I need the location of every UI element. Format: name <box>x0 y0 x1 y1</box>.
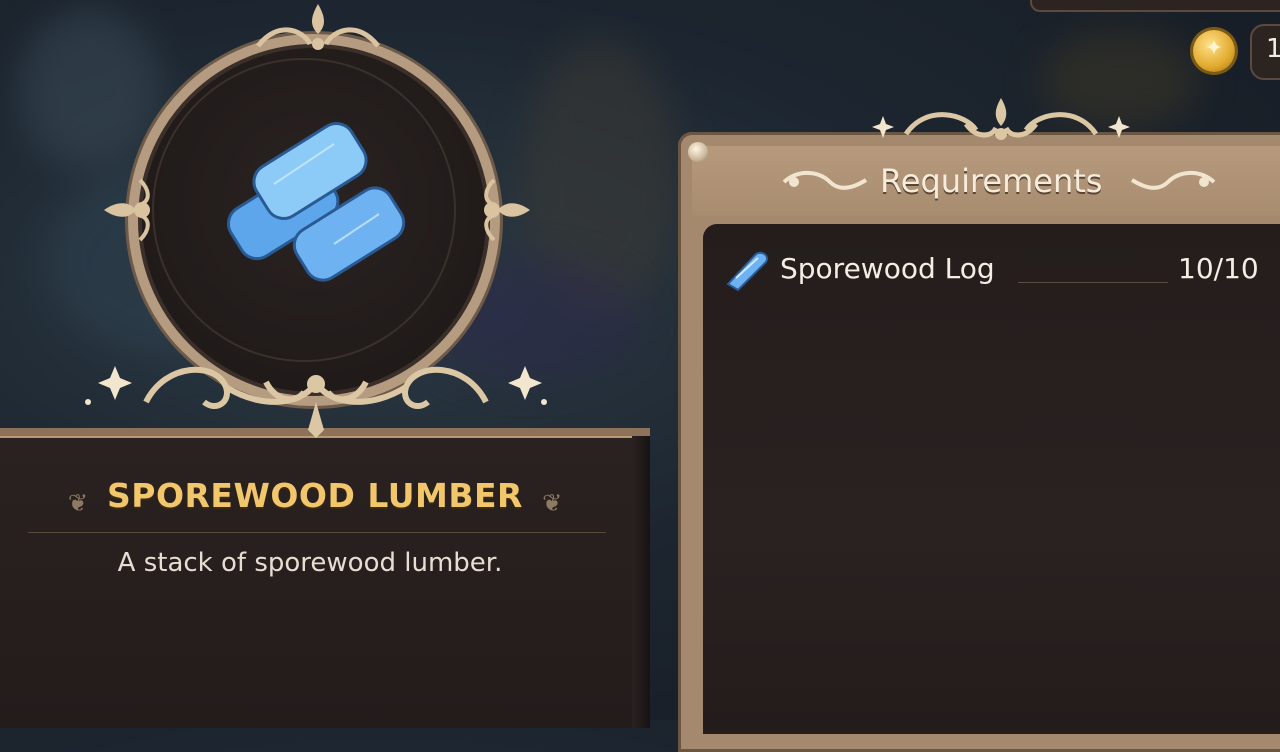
fleur-right-icon <box>484 178 530 242</box>
title-divider <box>28 532 606 533</box>
swirl-base-ornament-icon <box>85 366 547 438</box>
requirement-leader-line <box>1018 282 1168 283</box>
item-title-row: ❦ SPOREWOOD LUMBER ❦ <box>0 476 630 517</box>
gold-coin-icon: ✦ <box>1193 30 1235 72</box>
item-description: A stack of sporewood lumber. <box>117 548 503 578</box>
item-info-panel: ❦ SPOREWOOD LUMBER ❦ A stack of sporewoo… <box>0 428 650 728</box>
blue-log-stack-icon <box>226 122 406 282</box>
sporewood-log-icon <box>726 251 768 292</box>
item-name: SPOREWOOD LUMBER <box>107 476 523 515</box>
requirement-row[interactable]: Sporewood Log 10/10 <box>722 248 1280 292</box>
requirements-title: Requirements <box>880 162 1103 200</box>
leaf-ornament-icon: ❦ <box>542 488 563 517</box>
top-bar-frame <box>1030 0 1280 12</box>
currency-amount: 1 <box>1266 34 1280 64</box>
title-flourish-right-icon <box>1130 171 1216 190</box>
crown-ornament-icon <box>256 4 380 50</box>
frame-pin <box>688 142 708 162</box>
leaf-ornament-icon: ❦ <box>67 488 88 517</box>
title-flourish-left-icon <box>782 171 868 190</box>
requirements-crest-icon <box>872 98 1130 140</box>
fleur-left-icon <box>104 178 150 242</box>
requirement-name: Sporewood Log <box>780 252 995 285</box>
requirement-count: 10/10 <box>1178 252 1259 285</box>
requirements-list <box>703 224 1280 734</box>
